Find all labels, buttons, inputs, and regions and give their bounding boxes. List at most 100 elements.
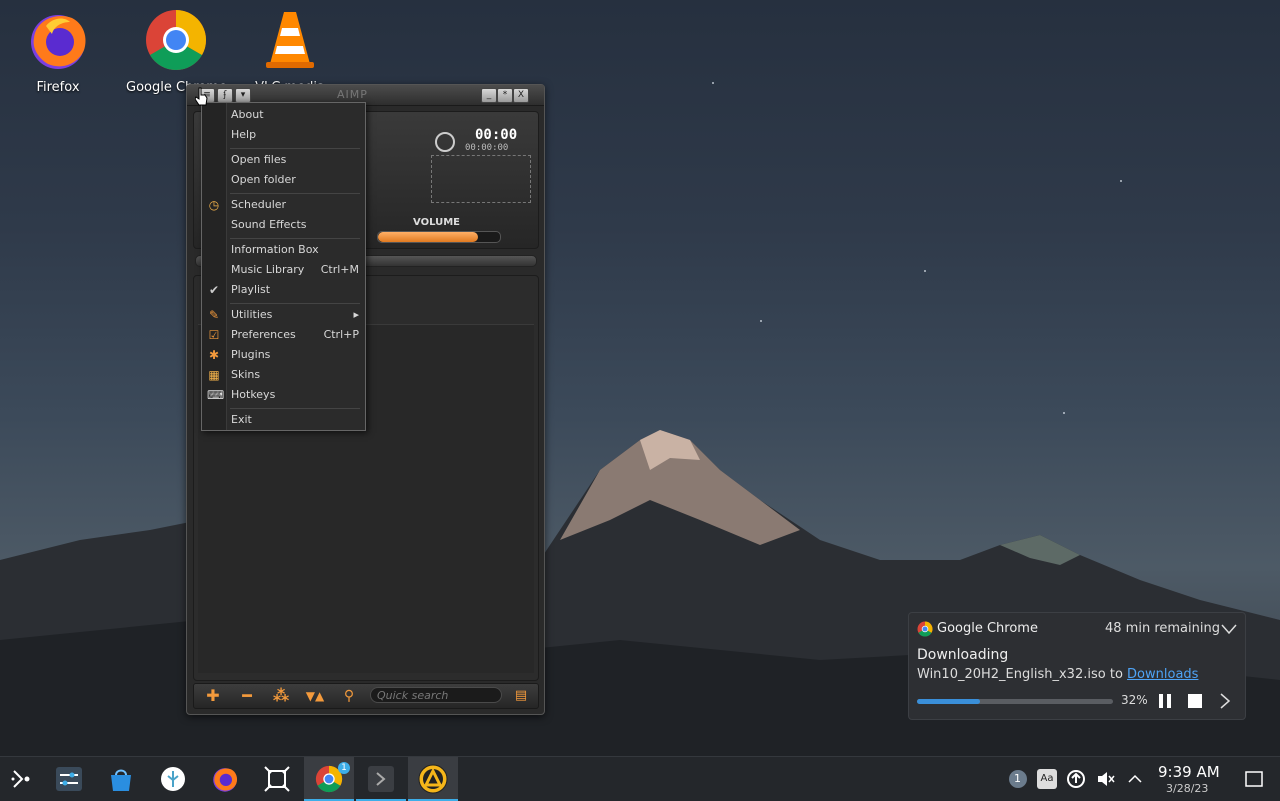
discover-icon [111, 769, 131, 791]
playlist-file-icon[interactable]: ▤ [506, 686, 536, 706]
pin-button[interactable]: * [497, 88, 513, 103]
menu-item-label: Information Box [231, 243, 319, 256]
menu-separator [230, 238, 360, 239]
stop-icon[interactable] [1187, 693, 1203, 709]
preferences-icon: ☑ [208, 328, 220, 342]
power-icon[interactable] [435, 132, 455, 152]
menu-item-label: Preferences [231, 328, 296, 341]
firefox-icon [213, 768, 238, 792]
download-progress-fill [917, 699, 980, 704]
menu-item-preferences[interactable]: ☑ Preferences Ctrl+P [202, 325, 365, 345]
plugins-icon: ✱ [208, 348, 220, 362]
check-icon: ✔ [208, 283, 220, 297]
taskbar-system-settings[interactable] [44, 757, 94, 801]
menu-item-label: Plugins [231, 348, 271, 361]
volume-fill [378, 232, 479, 242]
menu-item-shortcut: Ctrl+P [323, 328, 359, 341]
menu-item-label: Help [231, 128, 257, 141]
add-icon[interactable]: ✚ [198, 686, 228, 706]
sort-icon[interactable]: ▼▲ [300, 686, 330, 706]
menu-item-hotkeys[interactable]: ⌨ Hotkeys [202, 385, 365, 405]
time-display: 00:00 [475, 127, 518, 143]
volume-muted-icon[interactable] [1096, 769, 1116, 789]
menu-separator [230, 303, 360, 304]
clock-time[interactable]: 9:39 AM [1158, 763, 1220, 781]
clock-icon: ◷ [208, 198, 220, 212]
quick-search-input[interactable]: Quick search [370, 687, 502, 703]
notification-body: Win10_20H2_English_x32.iso to Downloads [917, 667, 1198, 682]
menu-item-label: Skins [231, 368, 261, 381]
menu-item-playlist[interactable]: ✔ Playlist [202, 280, 365, 300]
keyboard-layout-icon[interactable]: Aa [1037, 769, 1057, 789]
close-button[interactable]: X [513, 88, 529, 103]
menu-item-utilities[interactable]: ✎ Utilities ▸ [202, 305, 365, 325]
chevron-down-icon[interactable] [1221, 623, 1237, 635]
collapse-button[interactable]: ▾ [235, 88, 251, 103]
desktop-icon-firefox[interactable]: Firefox [10, 8, 106, 95]
taskbar: 1 1 Aa [0, 756, 1280, 801]
taskbar-chrome[interactable]: 1 [304, 757, 354, 801]
download-to-text: to [1109, 667, 1123, 682]
search-icon[interactable]: ⚲ [334, 686, 364, 706]
playlist-toolbar: ✚ ━ ⁂ ▼▲ ⚲ Quick search ▤ [193, 683, 539, 709]
shuffle-icon[interactable]: ⁂ [266, 686, 296, 706]
vlc-icon [266, 12, 314, 68]
volume-slider[interactable] [377, 231, 501, 243]
clock-date[interactable]: 3/28/23 [1166, 782, 1208, 795]
pause-icon[interactable] [1157, 693, 1173, 709]
menu-item-scheduler[interactable]: ◷ Scheduler [202, 195, 365, 215]
download-progress-bar [917, 699, 1113, 704]
desktop-icon-label: Firefox [36, 80, 80, 95]
chevron-up-icon[interactable] [1125, 769, 1145, 789]
show-desktop-icon[interactable] [1244, 769, 1264, 789]
taskbar-steam-deck[interactable] [148, 757, 198, 801]
mouse-cursor-icon [195, 87, 208, 106]
download-percent: 32% [1121, 693, 1148, 707]
equalizer-button[interactable]: ʄ [217, 88, 233, 103]
taskbar-discover[interactable] [96, 757, 146, 801]
menu-item-information-box[interactable]: Information Box [202, 240, 365, 260]
menu-item-music-library[interactable]: Music Library Ctrl+M [202, 260, 365, 280]
screenshot-icon [264, 766, 290, 792]
menu-item-label: Playlist [231, 283, 271, 296]
remove-icon[interactable]: ━ [232, 686, 262, 706]
konsole-icon [368, 766, 394, 792]
menu-item-plugins[interactable]: ✱ Plugins [202, 345, 365, 365]
menu-separator [230, 408, 360, 409]
time-duration: 00:00:00 [465, 143, 509, 153]
downloads-link[interactable]: Downloads [1127, 667, 1198, 682]
taskbar-firefox[interactable] [200, 757, 250, 801]
menu-separator [230, 148, 360, 149]
menu-item-skins[interactable]: ▦ Skins [202, 365, 365, 385]
menu-item-sound-effects[interactable]: Sound Effects [202, 215, 365, 235]
chrome-icon [146, 9, 207, 71]
download-filename: Win10_20H2_English_x32.iso [917, 667, 1106, 682]
menu-item-open-files[interactable]: Open files [202, 150, 365, 170]
updates-icon[interactable] [1066, 769, 1086, 789]
menu-item-help[interactable]: Help [202, 125, 365, 145]
notification-title: Downloading [917, 647, 1009, 663]
pencil-icon: ✎ [208, 308, 220, 322]
menu-item-label: Scheduler [231, 198, 287, 211]
aimp-title: AIMP [337, 88, 368, 101]
desktop-icon-vlc[interactable]: VLC media [242, 8, 338, 95]
download-notification[interactable]: Google Chrome 48 min remaining Downloadi… [908, 612, 1246, 720]
menu-item-shortcut: Ctrl+M [320, 263, 359, 276]
taskbar-aimp[interactable] [408, 757, 458, 801]
menu-item-about[interactable]: About [202, 105, 365, 125]
chevron-right-icon[interactable] [1219, 693, 1231, 709]
app-launcher-button[interactable] [0, 757, 50, 801]
chrome-icon [917, 621, 933, 637]
menu-item-open-folder[interactable]: Open folder [202, 170, 365, 190]
firefox-icon [31, 15, 86, 69]
desktop-icon-chrome[interactable]: Google Chrome [126, 8, 226, 95]
minimize-button[interactable]: _ [481, 88, 497, 103]
taskbar-konsole[interactable] [356, 757, 406, 801]
tray-notification-count: 1 [1014, 772, 1021, 785]
menu-item-label: Sound Effects [231, 218, 307, 231]
system-settings-icon [56, 767, 82, 791]
aimp-context-menu: About Help Open files Open folder ◷ Scheduler… [201, 102, 366, 431]
menu-item-label: Utilities [231, 308, 273, 321]
menu-item-exit[interactable]: Exit [202, 410, 365, 430]
taskbar-screenshot[interactable] [252, 757, 302, 801]
